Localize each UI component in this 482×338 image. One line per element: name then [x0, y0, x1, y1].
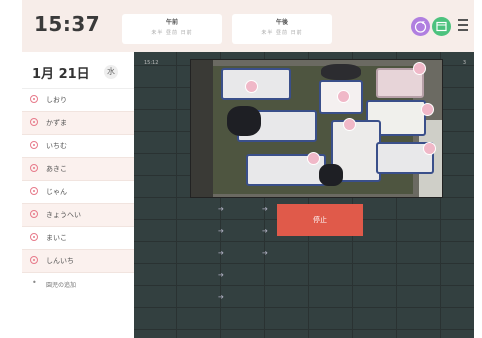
child-marker[interactable]: [307, 152, 320, 165]
child-name: じゃん: [46, 188, 67, 196]
arrow-right-icon: ➔: [218, 227, 224, 235]
child-marker[interactable]: [423, 142, 436, 155]
child-marker[interactable]: [245, 80, 258, 93]
camera-wall: [191, 60, 213, 197]
camera-object: [319, 164, 343, 186]
app-window: 15:37 午前 未半 昼前 日前 午後 未半 昼前 日前 z 1月 21日 水…: [22, 0, 474, 338]
child-name: しおり: [46, 96, 67, 104]
child-marker[interactable]: [337, 90, 350, 103]
afternoon-title: 午後: [275, 19, 288, 26]
camera-object: [321, 64, 361, 80]
child-status-icon: [30, 256, 38, 264]
child-marker[interactable]: [343, 118, 356, 131]
child-status-icon: [30, 210, 38, 218]
timeline-end-label: 3: [462, 60, 466, 66]
add-child-label: 園児の追加: [46, 282, 77, 289]
add-child-button[interactable]: • 園児の追加: [22, 273, 134, 295]
child-row[interactable]: しおり: [22, 89, 134, 112]
arrow-right-icon: ➔: [218, 271, 224, 279]
child-name: きょうへい: [46, 211, 81, 219]
child-row[interactable]: いちむ: [22, 135, 134, 158]
children-sidebar: 1月 21日 水 しおり かずま いちむ あきこ じゃん きょうへい まいこ し…: [22, 52, 134, 338]
camera-caregiver: [227, 106, 261, 136]
child-row[interactable]: きょうへい: [22, 204, 134, 227]
arrow-right-icon: ➔: [262, 249, 268, 257]
child-row[interactable]: じゃん: [22, 181, 134, 204]
child-row[interactable]: まいこ: [22, 227, 134, 250]
child-row[interactable]: あきこ: [22, 158, 134, 181]
morning-sub: 未半 昼前 日前: [151, 30, 193, 36]
child-row[interactable]: しんいち: [22, 250, 134, 273]
weekday-badge: 水: [104, 65, 118, 79]
hamburger-menu-icon[interactable]: [458, 19, 468, 31]
child-status-icon: [30, 187, 38, 195]
child-status-icon: [30, 164, 38, 172]
camera-feed[interactable]: [190, 59, 443, 198]
stop-button[interactable]: 停止: [277, 204, 363, 236]
arrow-right-icon: ➔: [262, 227, 268, 235]
header-bar: 15:37 午前 未半 昼前 日前 午後 未半 昼前 日前 z: [22, 0, 474, 52]
morning-toggle[interactable]: 午前 未半 昼前 日前: [122, 14, 222, 44]
arrow-right-icon: ➔: [262, 205, 268, 213]
morning-title: 午前: [165, 19, 178, 26]
afternoon-sub: 未半 昼前 日前: [261, 30, 303, 36]
child-status-icon: [30, 118, 38, 126]
child-marker[interactable]: [413, 62, 426, 75]
calendar-icon[interactable]: [432, 17, 451, 36]
child-name: あきこ: [46, 165, 67, 173]
current-time: 15:37: [34, 12, 101, 36]
child-name: まいこ: [46, 234, 67, 242]
child-status-icon: [30, 95, 38, 103]
arrow-right-icon: ➔: [218, 205, 224, 213]
plus-icon: •: [32, 278, 37, 287]
afternoon-toggle[interactable]: 午後 未半 昼前 日前: [232, 14, 332, 44]
child-row[interactable]: かずま: [22, 112, 134, 135]
child-status-icon: [30, 233, 38, 241]
sleep-face-icon-glyph: z: [414, 20, 427, 33]
child-marker[interactable]: [421, 103, 434, 116]
date-selector[interactable]: 1月 21日 水: [22, 52, 134, 89]
sleep-face-icon[interactable]: z: [411, 17, 430, 36]
svg-text:z: z: [422, 20, 425, 26]
timeline-start-label: 15:12: [144, 60, 159, 66]
child-name: かずま: [46, 119, 67, 127]
child-name: いちむ: [46, 142, 67, 150]
child-name: しんいち: [46, 257, 74, 265]
calendar-icon-glyph: [436, 21, 447, 32]
child-status-icon: [30, 141, 38, 149]
arrow-right-icon: ➔: [218, 293, 224, 301]
date-label: 1月 21日: [32, 67, 90, 82]
arrow-right-icon: ➔: [218, 249, 224, 257]
